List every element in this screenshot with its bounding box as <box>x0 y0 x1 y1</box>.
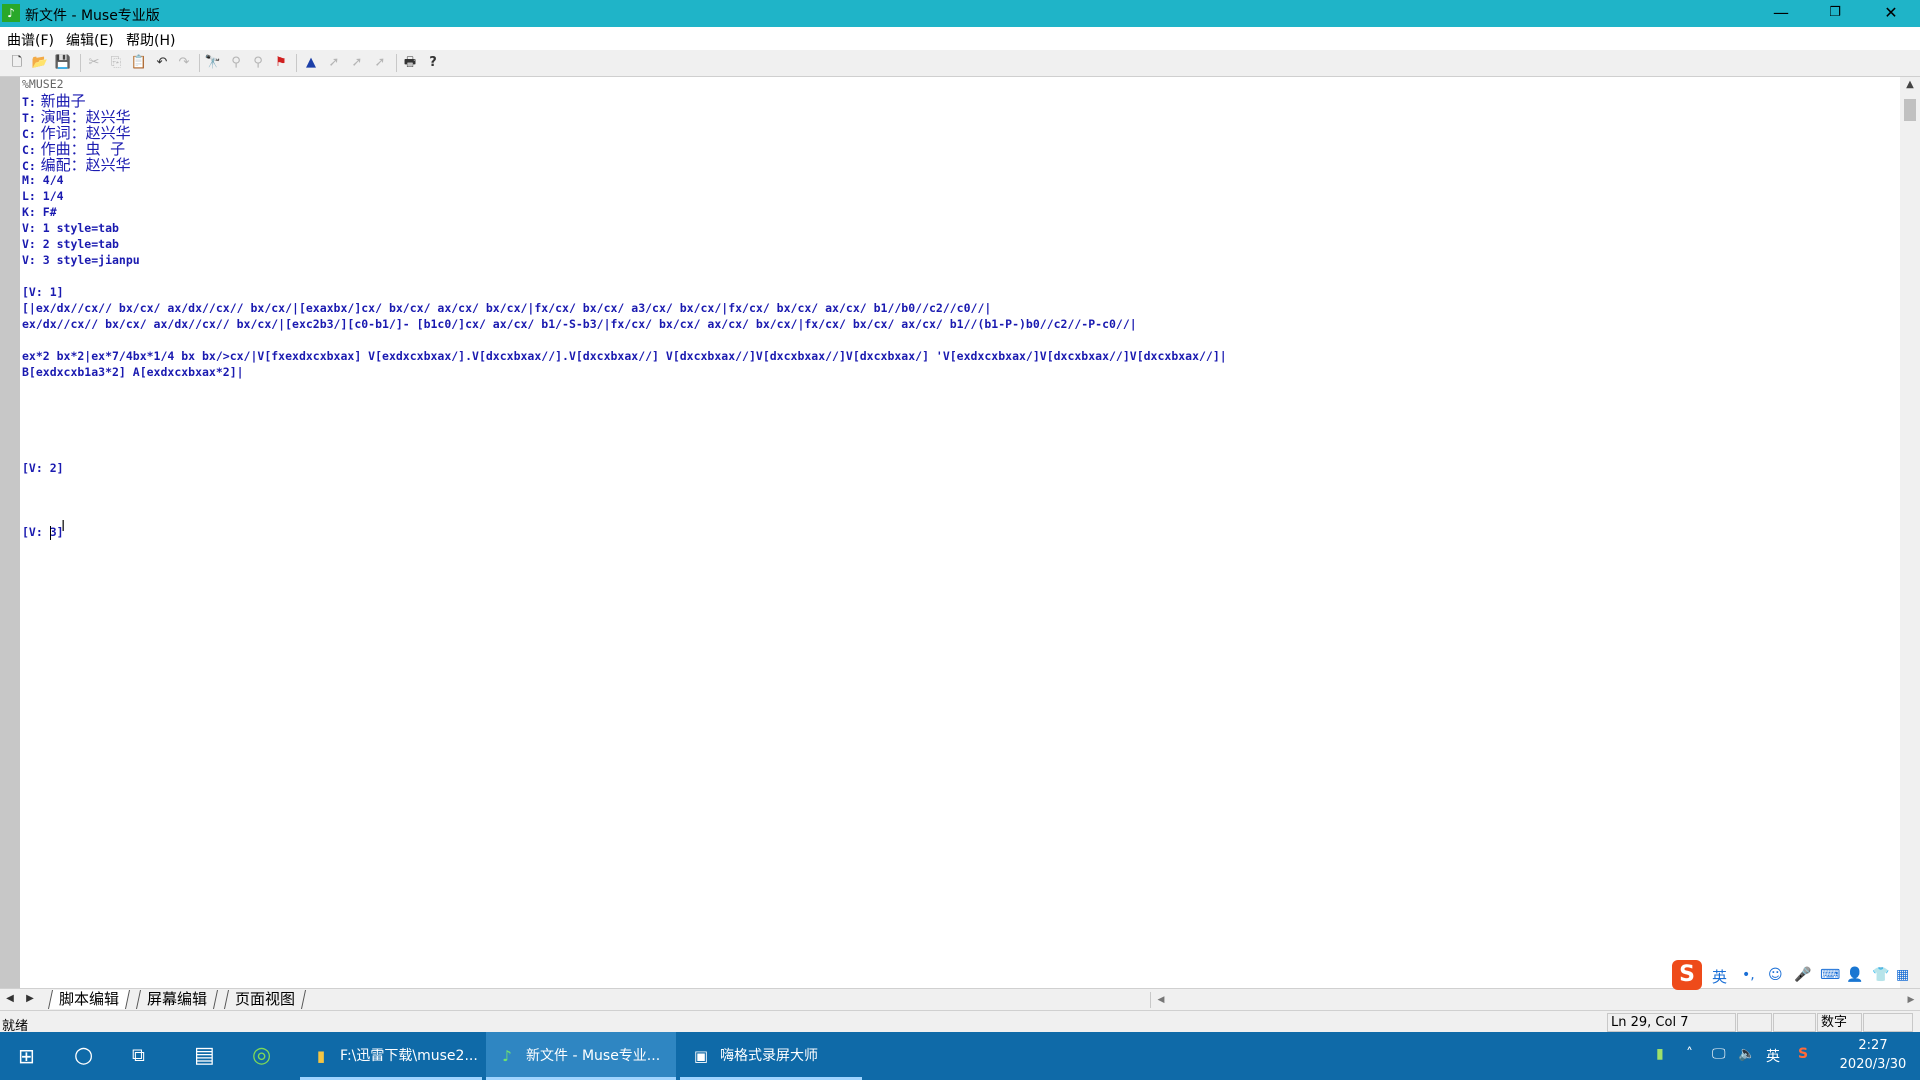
toolbox-icon[interactable]: ▦ <box>1896 967 1909 983</box>
cut-icon[interactable]: ✂ <box>85 54 103 72</box>
paste-icon[interactable]: 📋 <box>130 54 148 72</box>
clock-date: 2020/3/30 <box>1839 1057 1907 1072</box>
print-icon[interactable]: 🖶 <box>401 54 419 72</box>
tab-prev-icon[interactable]: ◀ <box>2 991 18 1007</box>
code-line: L: 1/4 <box>22 189 64 203</box>
status-bar: 就绪 Ln 29, Col 7 数字 <box>0 1010 1920 1034</box>
show-hidden-icons-icon[interactable]: ˄ <box>1686 1046 1693 1062</box>
scrollbar-thumb[interactable] <box>1904 99 1916 121</box>
user-icon[interactable]: 👤 <box>1846 967 1863 983</box>
tab-next-icon[interactable]: ▶ <box>22 991 38 1007</box>
taskbar: ⊞ ○ ⧉ ▤ ◎ ▮ F:\迅雷下载\muse2... ♪ 新文件 - Mus… <box>0 1032 1920 1080</box>
tab-page-view[interactable]: 页面视图 <box>223 990 307 1009</box>
menu-edit[interactable]: 编辑(E) <box>66 30 114 50</box>
copy-icon[interactable]: ⎘ <box>107 54 125 72</box>
windows-start-icon[interactable]: ⊞ <box>18 1032 35 1080</box>
folder-icon: ▮ <box>316 1047 326 1065</box>
microphone-icon[interactable]: 🎤 <box>1794 967 1811 983</box>
numlock-indicator: 数字 <box>1817 1013 1862 1032</box>
code-line: [|ex/dx//cx// bx/cx/ ax/dx//cx// bx/cx/|… <box>22 301 992 315</box>
clear-marks-icon[interactable]: ➚ <box>371 54 389 72</box>
help-icon[interactable]: ? <box>424 54 442 72</box>
editor-gutter <box>0 77 20 988</box>
status-pane <box>1737 1013 1772 1032</box>
volume-icon[interactable]: 🔈 <box>1738 1046 1755 1062</box>
status-pane <box>1773 1013 1816 1032</box>
ibeam-cursor-icon: I <box>61 517 66 535</box>
battery-icon[interactable]: ▮ <box>1656 1046 1664 1062</box>
clock[interactable]: 2:27 2020/3/30 <box>1830 1036 1916 1074</box>
mark-icon[interactable]: ▲ <box>302 54 320 72</box>
code-line: V: 1 style=tab <box>22 221 119 235</box>
menu-bar: 曲谱(F) 编辑(E) 帮助(H) <box>0 27 1920 50</box>
status-pane <box>1863 1013 1913 1032</box>
restore-button[interactable]: ❐ <box>1808 0 1862 27</box>
menu-score[interactable]: 曲谱(F) <box>7 30 54 50</box>
code-line: ex/dx//cx// bx/cx/ ax/dx//cx// bx/cx/|[e… <box>22 317 1137 331</box>
clock-time: 2:27 <box>1858 1038 1888 1053</box>
screen-recorder-icon: ▣ <box>693 1047 709 1065</box>
replace-icon[interactable]: ⚑ <box>272 54 290 72</box>
taskbar-item-explorer[interactable]: ▮ F:\迅雷下载\muse2... <box>300 1032 482 1080</box>
punctuation-icon[interactable]: •, <box>1742 967 1755 983</box>
scroll-left-icon[interactable]: ◀ <box>1153 992 1169 1008</box>
taskbar-item-recorder[interactable]: ▣ 嗨格式录屏大师 <box>680 1032 862 1080</box>
code-line: M: 4/4 <box>22 173 64 187</box>
horizontal-scrollbar[interactable]: ◀ ▶ <box>1150 992 1920 1008</box>
find-icon[interactable]: 🔭 <box>204 54 222 72</box>
keyboard-icon[interactable]: ⌨ <box>1820 967 1840 983</box>
store-app-icon[interactable]: ▤ <box>194 1032 215 1080</box>
muse-app-icon: ♪ <box>502 1047 512 1065</box>
minimize-button[interactable]: — <box>1754 0 1808 27</box>
new-file-icon[interactable]: 🗋 <box>8 54 26 72</box>
task-view-icon[interactable]: ⧉ <box>132 1032 145 1080</box>
search-icon[interactable]: ○ <box>74 1032 93 1080</box>
emoji-icon[interactable]: ☺ <box>1768 967 1783 983</box>
text-caret <box>50 526 51 540</box>
code-line: V: 2 style=tab <box>22 237 119 251</box>
scroll-right-icon[interactable]: ▶ <box>1903 992 1919 1008</box>
browser-app-icon[interactable]: ◎ <box>252 1032 271 1080</box>
sogou-tray-icon[interactable]: S <box>1798 1046 1808 1062</box>
voice-label: [V: 2] <box>22 461 64 475</box>
undo-icon[interactable]: ↶ <box>153 54 171 72</box>
muse-app-icon[interactable]: ♪ <box>2 4 20 22</box>
code-line: ex*2 bx*2|ex*7/4bx*1/4 bx bx/>cx/|V[fxex… <box>22 349 1227 363</box>
toolbar: 🗋 📂 💾 ✂ ⎘ 📋 ↶ ↷ 🔭 ⚲ ⚲ ⚑ ▲ ➚ ➚ ➚ 🖶 ? <box>0 50 1920 77</box>
scroll-up-icon[interactable]: ▲ <box>1900 79 1920 96</box>
taskbar-item-muse[interactable]: ♪ 新文件 - Muse专业... <box>486 1032 676 1080</box>
ime-mode-toggle[interactable]: 英 <box>1712 966 1727 987</box>
close-button[interactable]: ✕ <box>1864 0 1918 27</box>
network-icon[interactable]: 🖵 <box>1712 1046 1726 1062</box>
cursor-position: Ln 29, Col 7 <box>1607 1013 1736 1032</box>
mark-prev-icon[interactable]: ➚ <box>348 54 366 72</box>
voice-label: [V: 1] <box>22 285 64 299</box>
redo-icon[interactable]: ↷ <box>175 54 193 72</box>
code-line: V: 3 style=jianpu <box>22 253 140 267</box>
view-tab-bar: ◀ ▶ 脚本编辑 屏幕编辑 页面视图 ◀ ▶ <box>0 988 1920 1011</box>
ime-toolbar: S 英 •, ☺ 🎤 ⌨ 👤 👕 ▦ <box>1672 960 1920 990</box>
menu-help[interactable]: 帮助(H) <box>126 30 175 50</box>
voice-label: [V: 3] <box>22 525 64 539</box>
open-folder-icon[interactable]: 📂 <box>31 54 49 72</box>
mark-next-icon[interactable]: ➚ <box>325 54 343 72</box>
title-bar: ♪ 新文件 - Muse专业版 — ❐ ✕ <box>0 0 1920 27</box>
tab-screen-edit[interactable]: 屏幕编辑 <box>135 990 219 1009</box>
tab-script-edit[interactable]: 脚本编辑 <box>47 990 131 1009</box>
skin-icon[interactable]: 👕 <box>1872 967 1889 983</box>
code-line: B[exdxcxb1a3*2] A[exdxcxbxax*2]| <box>22 365 244 379</box>
window-title: 新文件 - Muse专业版 <box>25 8 160 24</box>
save-icon[interactable]: 💾 <box>54 54 72 72</box>
sogou-logo-icon[interactable]: S <box>1672 960 1702 990</box>
meta-line: C: 编配：赵兴华 <box>22 156 131 174</box>
input-language[interactable]: 英 <box>1766 1046 1780 1066</box>
vertical-scrollbar[interactable]: ▲ <box>1900 77 1920 988</box>
find-next-icon[interactable]: ⚲ <box>227 54 245 72</box>
find-prev-icon[interactable]: ⚲ <box>249 54 267 72</box>
code-line: K: F# <box>22 205 57 219</box>
script-editor[interactable]: %MUSE2 T: 新曲子 T: 演唱：赵兴华 C: 作词：赵兴华 C: 作曲：… <box>20 77 1900 988</box>
editor-header-line: %MUSE2 <box>22 77 64 91</box>
